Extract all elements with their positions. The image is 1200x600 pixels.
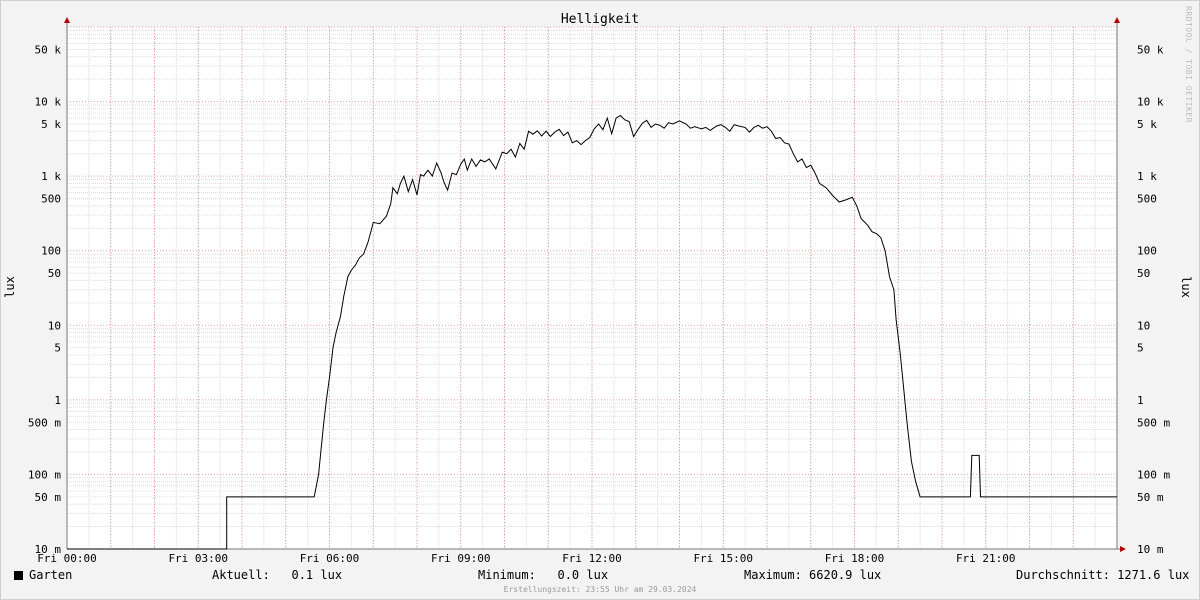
- y-tick-label-right: 50: [1137, 267, 1150, 280]
- rrdtool-watermark: RRDTOOL / TOBI OETIKER: [1184, 6, 1193, 123]
- y-tick-label-right: 5: [1137, 342, 1144, 355]
- stat-maximum: Maximum: 6620.9 lux: [744, 568, 881, 582]
- y-axis-arrow-left: [64, 17, 70, 23]
- y-tick-label-right: 100: [1137, 245, 1157, 258]
- legend-series-name: Garten: [29, 568, 73, 582]
- y-tick-label-right: 50 m: [1137, 491, 1164, 504]
- x-tick-label: Fri 09:00: [431, 552, 491, 565]
- y-tick-label-right: 5 k: [1137, 118, 1157, 131]
- y-tick-label-left: 500 m: [28, 416, 61, 429]
- y-tick-label-right: 10 m: [1137, 543, 1164, 556]
- stat-minimum: Minimum: 0.0 lux: [478, 568, 608, 582]
- y-tick-label-left: 1 k: [41, 170, 61, 183]
- y-tick-label-right: 100 m: [1137, 468, 1170, 481]
- x-tick-label: Fri 15:00: [693, 552, 753, 565]
- y-tick-label-left: 50 m: [35, 491, 62, 504]
- stat-current: Aktuell: 0.1 lux: [212, 568, 342, 582]
- y-tick-label-left: 1: [54, 394, 61, 407]
- y-tick-labels-left: 10 m50 m100 m500 m1510501005001 k5 k10 k…: [28, 43, 61, 556]
- x-tick-label: Fri 12:00: [562, 552, 622, 565]
- y-tick-label-right: 1: [1137, 394, 1144, 407]
- chart: Helligkeit lux lux 10 m50 m100 m500 m151…: [3, 12, 1193, 565]
- y-tick-label-right: 10 k: [1137, 96, 1164, 109]
- y-tick-labels-right: 10 m 50 m 100 m 500 m 1 5 10 50 100 500 1 k 5 k 10 k…: [1137, 43, 1170, 556]
- stat-average-value: 1271.6 lux: [1117, 568, 1190, 582]
- y-axis-arrow-right: [1114, 17, 1120, 23]
- legend-entry: Garten: [14, 568, 72, 582]
- stat-maximum-value: 6620.9 lux: [809, 568, 882, 582]
- stat-current-value: 0.1 lux: [291, 568, 343, 582]
- y-tick-label-left: 50: [48, 267, 61, 280]
- y-tick-label-left: 100: [41, 245, 61, 258]
- y-tick-label-right: 500 m: [1137, 416, 1170, 429]
- stat-average: Durchschnitt: 1271.6 lux: [1016, 568, 1189, 582]
- y-tick-label-right: 1 k: [1137, 170, 1157, 183]
- stat-average-label: Durchschnitt:: [1016, 568, 1110, 582]
- stat-maximum-label: Maximum:: [744, 568, 802, 582]
- x-tick-label: Fri 06:00: [300, 552, 360, 565]
- y-tick-label-right: 50 k: [1137, 43, 1164, 56]
- y-axis-label-left: lux: [3, 276, 17, 298]
- y-tick-label-left: 10: [48, 319, 61, 332]
- x-tick-label: Fri 18:00: [825, 552, 885, 565]
- creation-time-footer: Erstellungszeit: 23:55 Uhr am 29.03.2024: [503, 585, 697, 594]
- y-tick-label-left: 10 k: [35, 96, 62, 109]
- x-tick-label: Fri 00:00: [37, 552, 97, 565]
- stat-minimum-label: Minimum:: [478, 568, 536, 582]
- x-tick-label: Fri 03:00: [168, 552, 228, 565]
- stat-current-label: Aktuell:: [212, 568, 270, 582]
- x-tick-labels: Fri 00:00 Fri 03:00 Fri 06:00 Fri 09:00 Fri …: [37, 552, 1015, 565]
- x-tick-label: Fri 21:00: [956, 552, 1016, 565]
- y-tick-label-left: 100 m: [28, 468, 61, 481]
- x-axis-arrow: [1120, 546, 1126, 552]
- y-tick-label-left: 500: [41, 193, 61, 206]
- y-tick-label-right: 500: [1137, 193, 1157, 206]
- y-tick-label-left: 5: [54, 342, 61, 355]
- y-tick-label-left: 5 k: [41, 118, 61, 131]
- y-tick-label-right: 10: [1137, 319, 1150, 332]
- chart-title: Helligkeit: [561, 12, 639, 27]
- y-axis-label-right: lux: [1179, 276, 1193, 298]
- y-tick-label-left: 50 k: [35, 43, 62, 56]
- stat-minimum-value: 0.0 lux: [557, 568, 609, 582]
- legend-swatch: [14, 571, 23, 580]
